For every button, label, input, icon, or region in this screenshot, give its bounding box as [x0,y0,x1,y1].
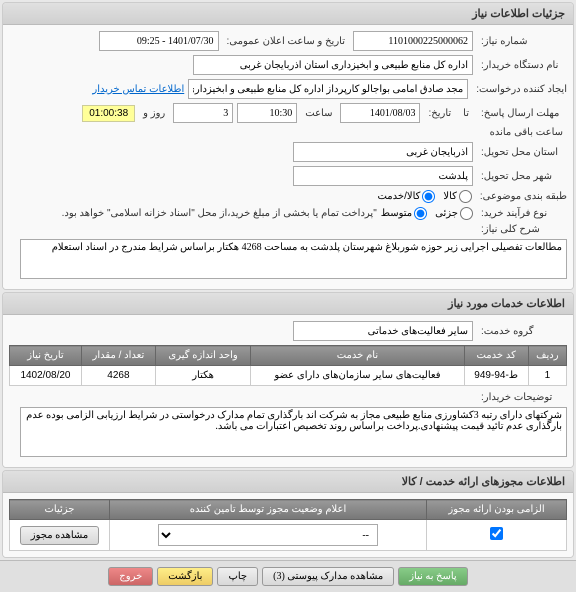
cell-mandatory [427,520,567,551]
need-details-body: شماره نیاز: تاریخ و ساعت اعلان عمومی: نا… [3,25,573,289]
deadline-date-field[interactable] [340,103,420,123]
cat-goods-radio[interactable] [459,190,472,203]
time-label: ساعت [301,108,336,119]
exit-button[interactable]: خروج [108,567,153,586]
permits-header: اطلاعات مجوزهای ارائه خدمت / کالا [3,471,573,493]
cell-status: -- [110,520,427,551]
date-label: تاریخ: [424,108,455,119]
cell-details: مشاهده مجوز [10,520,110,551]
attachments-button[interactable]: مشاهده مدارک پیوستی (3) [262,567,394,586]
timer-suffix-label: ساعت باقی مانده [486,127,567,138]
city-label: شهر محل تحویل: [477,171,567,182]
contact-link[interactable]: اطلاعات تماس خریدار [92,84,184,95]
footer-toolbar: پاسخ به نیاز مشاهده مدارک پیوستی (3) چاپ… [0,560,576,592]
proc-medium-option[interactable]: متوسط [381,207,427,220]
creator-field[interactable] [188,79,468,99]
announce-label: تاریخ و ساعت اعلان عمومی: [223,36,350,47]
cell-date: 1402/08/20 [10,366,82,386]
permits-header-row: الزامی بودن ارائه مجوز اعلام وضعیت مجوز … [10,500,567,520]
category-radio-group: کالا کالا/خدمت [377,190,471,203]
buyer-field[interactable] [193,55,473,75]
reply-button[interactable]: پاسخ به نیاز [398,567,468,586]
permits-body: الزامی بودن ارائه مجوز اعلام وضعیت مجوز … [3,493,573,557]
cell-qty: 4268 [81,366,155,386]
process-radio-group: جزئی متوسط [381,207,473,220]
need-details-header: جزئیات اطلاعات نیاز [3,3,573,25]
th-date: تاریخ نیاز [10,346,82,366]
th-unit: واحد اندازه گیری [155,346,250,366]
th-name: نام خدمت [251,346,464,366]
need-details-panel: جزئیات اطلاعات نیاز شماره نیاز: تاریخ و … [2,2,574,290]
cat-service-radio[interactable] [422,190,435,203]
print-button[interactable]: چاپ [217,567,258,586]
req-no-field[interactable] [353,31,473,51]
permits-table: الزامی بودن ارائه مجوز اعلام وضعیت مجوز … [9,499,567,551]
req-no-label: شماره نیاز: [477,36,567,47]
th-code: کد خدمت [464,346,528,366]
cell-row: 1 [528,366,566,386]
province-label: استان محل تحویل: [477,147,567,158]
proc-partial-radio[interactable] [460,207,473,220]
creator-label: ایجاد کننده درخواست: [472,84,567,95]
group-label: گروه خدمت: [477,326,567,337]
until-label: تا [459,108,473,119]
cat-service-option[interactable]: کالا/خدمت [377,190,435,203]
table-row[interactable]: 1 ط-94-949 فعالیت‌های سایر سازمان‌های دا… [10,366,567,386]
back-button[interactable]: بازگشت [157,567,213,586]
desc-label: شرح کلی نیاز: [477,224,567,235]
announce-field[interactable] [99,31,219,51]
view-permit-button[interactable]: مشاهده مجوز [20,526,99,545]
cell-code: ط-94-949 [464,366,528,386]
deadline-time-field[interactable] [237,103,297,123]
proc-partial-option[interactable]: جزئی [435,207,473,220]
buyer-label: نام دستگاه خریدار: [477,60,567,71]
day-and-label: روز و [139,108,169,119]
services-table: ردیف کد خدمت نام خدمت واحد اندازه گیری ت… [9,345,567,386]
services-panel: اطلاعات خدمات مورد نیاز گروه خدمت: ردیف … [2,292,574,468]
th-mandatory: الزامی بودن ارائه مجوز [427,500,567,520]
notes-label: توضیحات خریدار: [477,392,567,403]
cell-unit: هکتار [155,366,250,386]
th-row: ردیف [528,346,566,366]
category-label: طبقه بندی موضوعی: [476,191,567,202]
deadline-label: مهلت ارسال پاسخ: [477,108,567,119]
desc-textarea[interactable] [20,239,567,279]
province-field[interactable] [293,142,473,162]
days-left-field[interactable] [173,103,233,123]
cat-goods-option[interactable]: کالا [443,190,472,203]
services-table-header-row: ردیف کد خدمت نام خدمت واحد اندازه گیری ت… [10,346,567,366]
table-row[interactable]: -- مشاهده مجوز [10,520,567,551]
th-details: جزئیات [10,500,110,520]
cell-name: فعالیت‌های سایر سازمان‌های دارای عضو [251,366,464,386]
services-body: گروه خدمت: ردیف کد خدمت نام خدمت واحد ان… [3,315,573,467]
group-field[interactable] [293,321,473,341]
buy-process-label: نوع فرآیند خرید: [477,208,567,219]
permits-panel: اطلاعات مجوزهای ارائه خدمت / کالا الزامی… [2,470,574,558]
proc-medium-radio[interactable] [414,207,427,220]
status-select[interactable]: -- [158,524,378,546]
notes-textarea[interactable] [20,407,567,457]
services-header: اطلاعات خدمات مورد نیاز [3,293,573,315]
city-field[interactable] [293,166,473,186]
th-qty: تعداد / مقدار [81,346,155,366]
process-note: "پرداخت تمام یا بخشی از مبلغ خرید،از محل… [62,208,377,219]
countdown-timer: 01:00:38 [82,105,135,122]
mandatory-checkbox[interactable] [490,527,503,540]
th-status: اعلام وضعیت مجوز توسط تامین کننده [110,500,427,520]
